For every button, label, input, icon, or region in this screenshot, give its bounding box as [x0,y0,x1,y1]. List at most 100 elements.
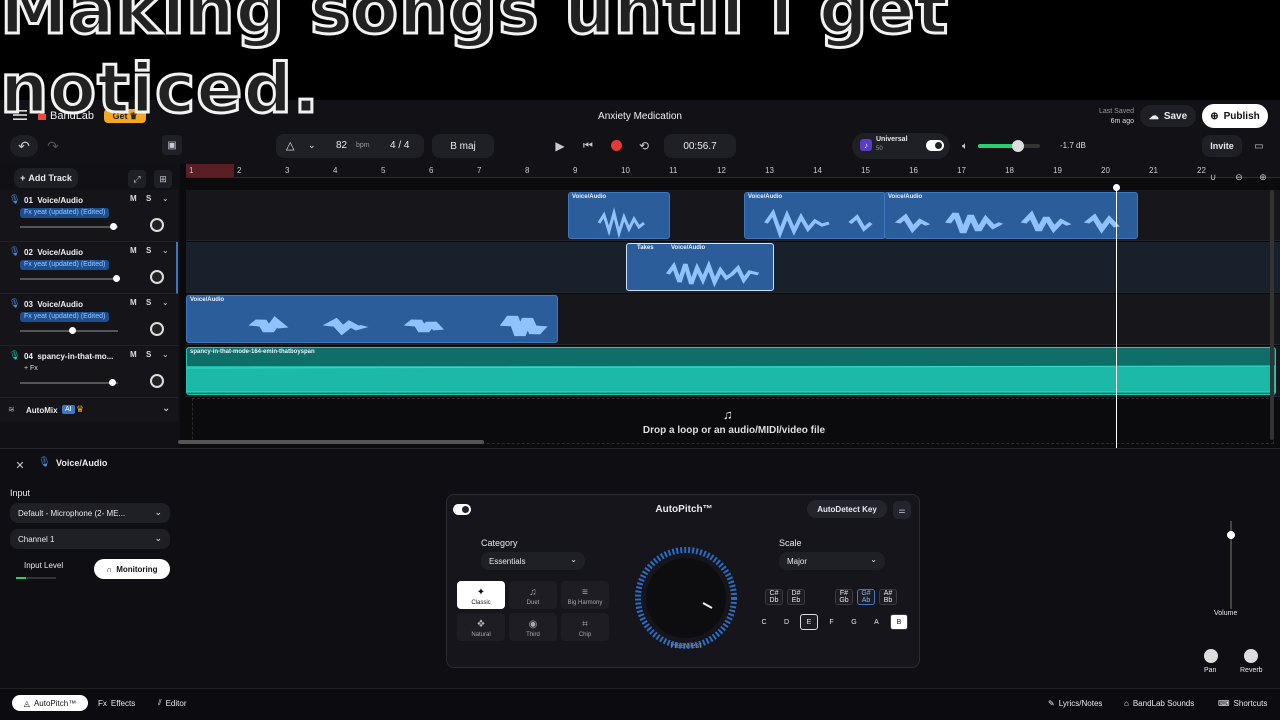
mute-button[interactable]: M [130,194,137,203]
preset-third[interactable]: ◉ Third [509,613,557,641]
automix-row[interactable]: ≋ AutoMix AI ♛ ⌄ [0,398,178,422]
preset-duet[interactable]: ♫ Duet [509,581,557,609]
key-button-natural[interactable]: B [890,614,908,630]
track-volume-slider[interactable] [20,223,118,230]
drop-zone[interactable]: ♫ Drop a loop or an audio/MIDI/video fil… [192,398,1274,444]
timeline-ruler[interactable]: 1 2 3 4 5 6 7 8 9 10 11 12 13 14 15 16 17 18 19 20 21 22 [186,164,1280,178]
close-icon[interactable]: ✕ [12,457,28,473]
track-header[interactable]: 🎙︎ 01 Voice/Audio Fx yeat (updated) (Edite… [0,190,178,242]
pan-knob[interactable] [150,322,164,336]
horizontal-scrollbar[interactable] [178,440,484,444]
track-volume-slider[interactable] [20,379,118,386]
track-name[interactable]: 04 spancy-in-that-mo... [24,352,113,361]
track-volume-handle[interactable] [110,223,118,230]
tab-autopitch[interactable]: ◬ AutoPitch™ [12,695,88,711]
add-track-button[interactable]: + Add Track [14,168,78,188]
vertical-scrollbar[interactable] [1270,190,1274,440]
track-volume-handle[interactable] [113,275,121,282]
preset-chip[interactable]: ⌗ Chip [561,613,609,641]
track-volume-slider[interactable] [20,275,121,282]
key-button-sharp[interactable]: A# Bb [879,589,897,605]
mute-button[interactable]: M [130,350,137,359]
bandlab-sounds-button[interactable]: ⌂ BandLab Sounds [1124,695,1194,711]
monitoring-button[interactable]: ∩ Monitoring [94,559,170,579]
playhead[interactable] [1116,186,1117,448]
key-button-natural[interactable]: A [868,614,886,630]
tab-effects[interactable]: Fx Effects [98,695,135,711]
universal-toggle[interactable] [926,140,944,151]
track-name[interactable]: 01 Voice/Audio [24,196,83,205]
input-device-select[interactable]: Default - Microphone (2- ME... ⌄ [10,503,170,523]
channel-select[interactable]: Channel 1 ⌄ [10,529,170,549]
scale-select[interactable]: Major ⌄ [779,552,885,570]
mute-button[interactable]: M [130,298,137,307]
key-selector[interactable]: B maj [432,134,494,158]
chevron-down-icon[interactable]: ⌄ [308,140,316,151]
invite-button[interactable]: Invite [1202,135,1242,157]
magnet-icon[interactable]: ∪ [1206,170,1220,184]
metronome-icon[interactable]: △ [286,139,294,152]
strength-knob[interactable] [633,545,739,651]
key-button-natural[interactable]: F [823,614,841,630]
key-button-sharp[interactable]: D# Eb [787,589,805,605]
key-button-natural[interactable]: E [800,614,818,630]
solo-button[interactable]: S [146,194,151,203]
track-name[interactable]: 02 Voice/Audio [24,248,83,257]
key-button-natural[interactable]: D [778,614,796,630]
shortcuts-button[interactable]: ⌨ Shortcuts [1218,695,1267,711]
pan-knob[interactable] [150,218,164,232]
loop-icon[interactable]: ⟲ [636,138,652,154]
category-select[interactable]: Essentials ⌄ [481,552,585,570]
track-name[interactable]: 03 Voice/Audio [24,300,83,309]
pan-knob[interactable] [150,270,164,284]
track-header[interactable]: 🎙︎ 04 spancy-in-that-mo... + Fx M S ⌄ [0,346,178,398]
chevron-down-icon[interactable]: ⌄ [162,350,169,359]
preset-big-harmony[interactable]: ≡ Big Harmony [561,581,609,609]
chevron-down-icon[interactable]: ⌄ [162,298,169,307]
fx-badge[interactable]: Fx yeat (updated) (Edited) [20,208,110,218]
key-button-sharp[interactable]: F# Gb [835,589,853,605]
chevron-down-icon[interactable]: ⌄ [162,194,169,203]
audio-clip[interactable]: Voice/Audio [568,192,670,239]
volume-fader-handle[interactable] [1227,531,1235,539]
chevron-down-icon[interactable]: ⌄ [162,246,169,255]
time-signature[interactable]: 4 / 4 [390,140,409,151]
key-button-natural[interactable]: G [845,614,863,630]
bpm-value[interactable]: 82 [336,140,347,151]
audio-clip[interactable]: Voice/Audio [744,192,886,239]
solo-button[interactable]: S [146,246,151,255]
track-volume-handle[interactable] [68,327,76,334]
preset-classic[interactable]: ✦ Classic [457,581,505,609]
key-button-natural[interactable]: C [755,614,773,630]
track-header[interactable]: 🎙︎ 03 Voice/Audio Fx yeat (updated) (Edite… [0,294,178,346]
lyrics-notes-button[interactable]: ✎ Lyrics/Notes [1048,695,1102,711]
play-icon[interactable]: ▶ [552,138,568,154]
undo-icon[interactable]: ↶ [10,135,38,157]
master-volume-handle[interactable] [1012,140,1025,152]
solo-button[interactable]: S [146,298,151,307]
track-volume-slider[interactable] [20,327,118,334]
key-button-sharp[interactable]: C# Db [765,589,783,605]
automation-icon[interactable]: ⤢ [128,170,146,188]
track-header[interactable]: 🎙︎ 02 Voice/Audio Fx yeat (updated) (Edite… [0,242,178,294]
autodetect-key-button[interactable]: AutoDetect Key [807,500,887,518]
redo-icon[interactable]: ↷ [42,135,64,157]
master-volume-slider[interactable] [978,140,1040,152]
pan-knob[interactable] [1204,649,1218,663]
reverb-knob[interactable] [1244,649,1258,663]
fx-badge[interactable]: Fx yeat (updated) (Edited) [20,260,110,270]
preset-natural[interactable]: ❖ Natural [457,613,505,641]
audio-clip[interactable]: Voice/Audio [186,295,558,343]
audio-clip[interactable]: Voice/Audio [884,192,1138,239]
track-view-icon[interactable]: ▣ [162,135,182,155]
volume-fader[interactable] [1227,521,1235,609]
fx-badge[interactable]: + Fx [20,364,42,374]
key-button-sharp[interactable]: G# Ab [857,589,875,605]
takes-clip[interactable]: Takes Voice/Audio [626,243,774,291]
speaker-icon[interactable]: 🔈︎ [958,138,972,154]
tab-editor[interactable]: ⫽ Editor [158,695,186,711]
settings-sliders-icon[interactable]: ⚌ [893,501,911,519]
zoom-out-icon[interactable]: ⊖ [1232,170,1246,184]
bag-icon[interactable]: ▭ [1250,137,1268,155]
pan-knob[interactable] [150,374,164,388]
